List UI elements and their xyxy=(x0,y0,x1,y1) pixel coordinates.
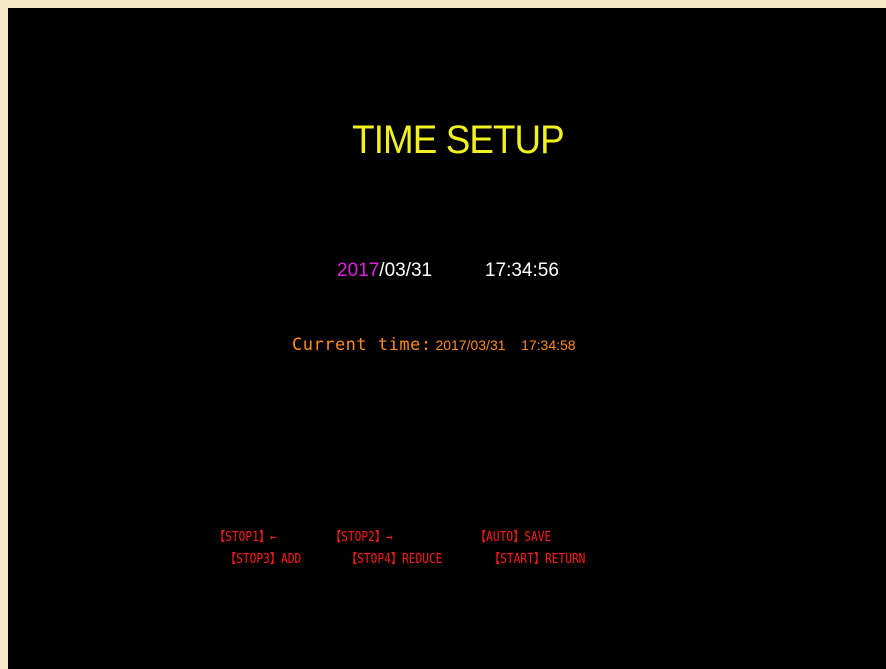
current-date-value: 2017/03/31 xyxy=(435,337,506,353)
month-field[interactable]: 03 xyxy=(385,260,406,281)
hint-start-return: 【START】RETURN xyxy=(489,552,586,567)
hint-stop2-right: 【STOP2】→ xyxy=(330,530,393,545)
current-time-label: Current time: xyxy=(292,335,432,355)
current-time-readout: Current time: 2017/03/31 17:34:58 xyxy=(292,335,576,355)
time-setup-screen: TIME SETUP 2017/03/31 17:34:56 Current t… xyxy=(8,8,886,669)
hint-auto-save: 【AUTO】SAVE xyxy=(475,530,552,545)
minute-field[interactable]: 34 xyxy=(511,260,532,281)
hint-stop3-add: 【STOP3】ADD xyxy=(225,552,302,567)
current-time-value: 17:34:58 xyxy=(521,337,576,353)
datetime-editor: 2017/03/31 17:34:56 xyxy=(337,260,559,282)
page-title: TIME SETUP xyxy=(352,118,565,162)
second-field[interactable]: 56 xyxy=(538,260,559,281)
day-field[interactable]: 31 xyxy=(411,260,432,281)
year-field[interactable]: 2017 xyxy=(337,260,379,281)
hint-stop1-left: 【STOP1】← xyxy=(214,530,277,545)
hint-stop4-reduce: 【STOP4】REDUCE xyxy=(346,552,443,567)
hour-field[interactable]: 17 xyxy=(485,260,506,281)
